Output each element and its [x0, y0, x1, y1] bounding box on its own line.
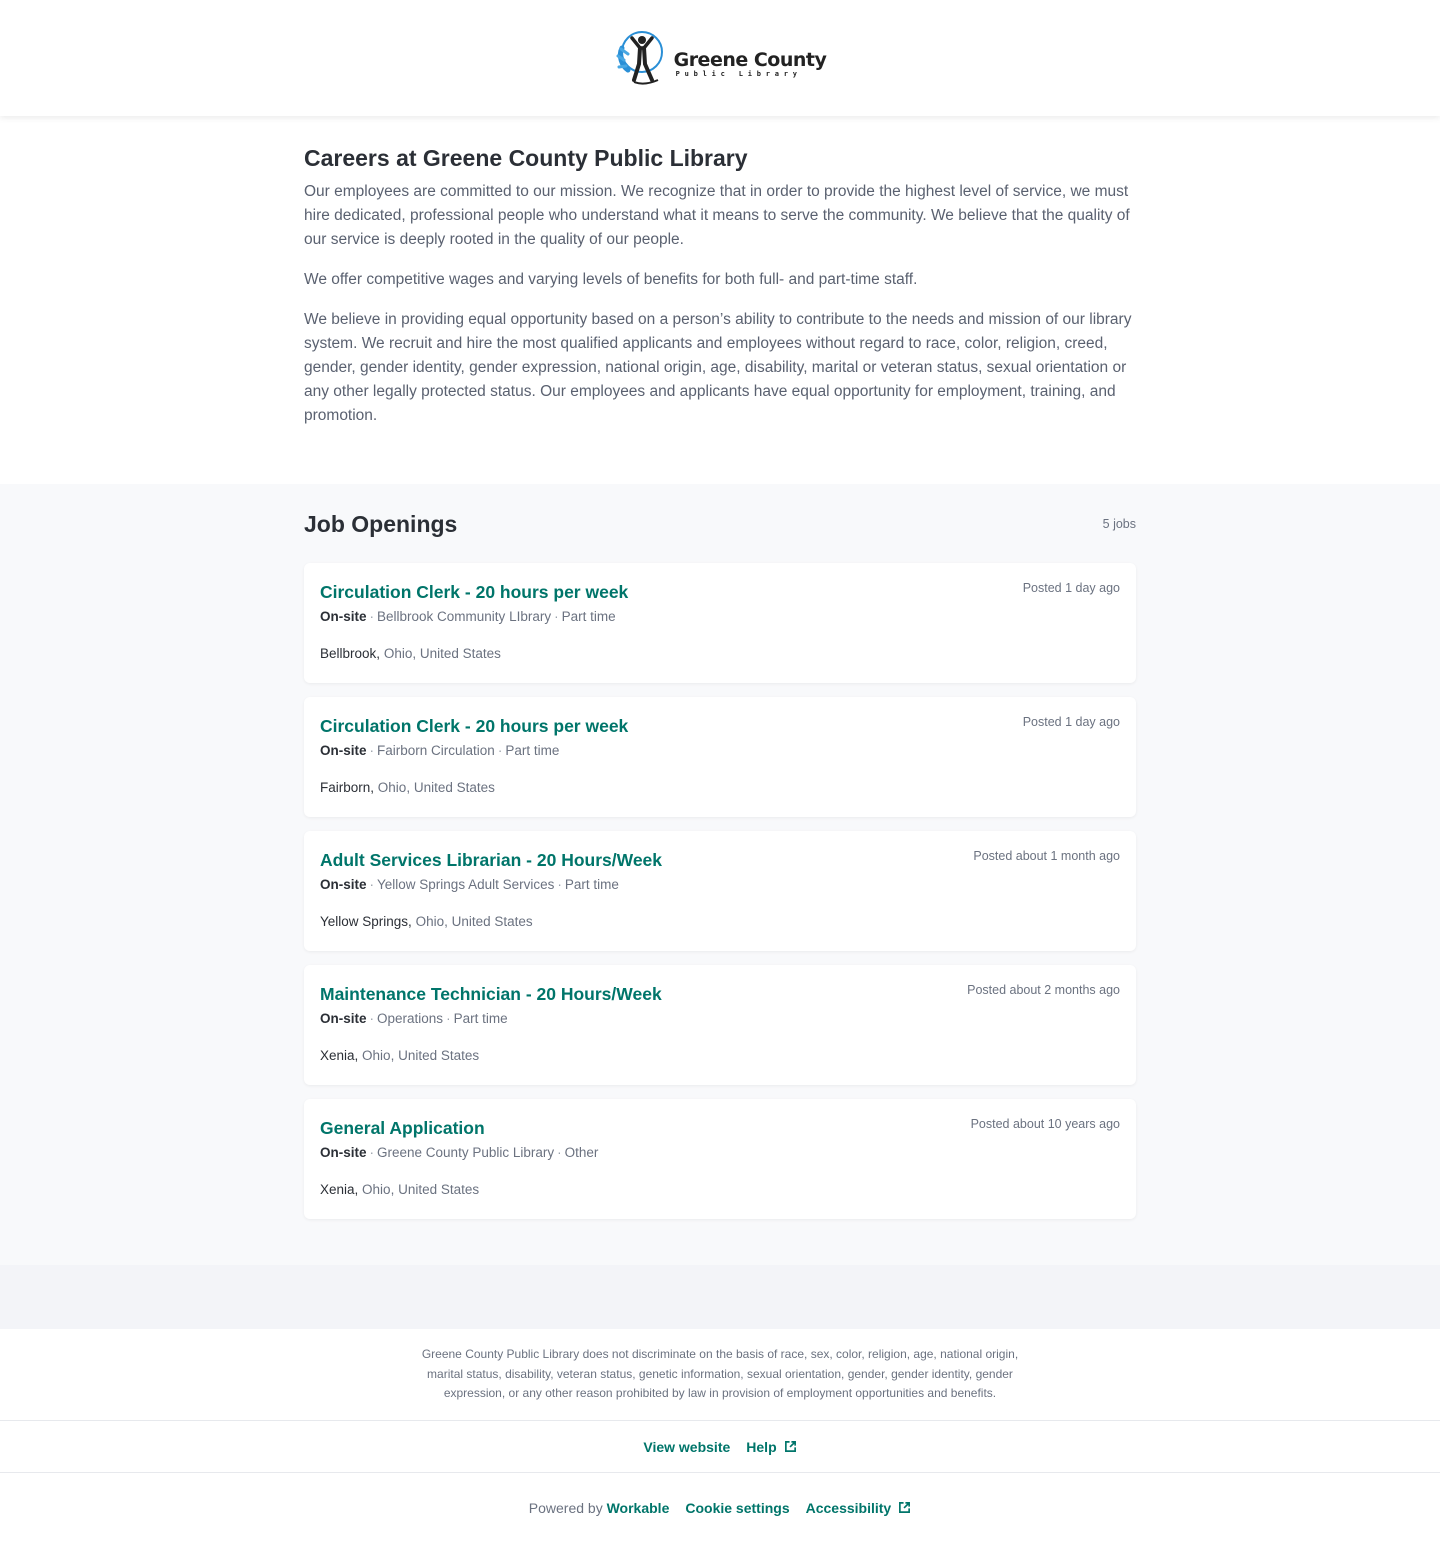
- job-location: Xenia, Ohio, United States: [320, 1180, 1120, 1200]
- cookie-settings-label: Cookie settings: [685, 1499, 790, 1516]
- job-location: Bellbrook, Ohio, United States: [320, 644, 1120, 664]
- job-region: Ohio, United States: [362, 1182, 480, 1197]
- job-openings-section: Job Openings 5 jobs Circulation Clerk - …: [0, 484, 1440, 1265]
- job-posted-date: Posted about 1 month ago: [973, 849, 1120, 863]
- job-location: Fairborn, Ohio, United States: [320, 778, 1120, 798]
- job-department: Greene County Public Library: [377, 1145, 555, 1160]
- external-link-icon: [784, 1441, 796, 1453]
- job-city: Xenia,: [320, 1182, 359, 1197]
- job-meta: On-site · Greene County Public Library · Oth…: [320, 1145, 599, 1160]
- library-logo-link[interactable]: Greene County Public Library: [614, 23, 827, 93]
- job-card[interactable]: Maintenance Technician - 20 Hours/Week P…: [304, 965, 1136, 1085]
- job-department: Operations: [377, 1011, 444, 1026]
- logo-name: Greene County: [673, 49, 827, 71]
- job-workplace: On-site: [320, 1145, 367, 1160]
- view-website-label: View website: [643, 1438, 731, 1455]
- job-openings-heading: Job Openings: [304, 510, 458, 537]
- job-type: Part time: [453, 1011, 508, 1026]
- job-type: Part time: [505, 743, 560, 758]
- logo-subtitle: Public Library: [675, 70, 802, 78]
- job-title-link[interactable]: General Application: [320, 1117, 485, 1139]
- job-posted-date: Posted about 2 months ago: [967, 983, 1120, 997]
- job-city: Bellbrook,: [320, 646, 381, 661]
- job-region: Ohio, United States: [362, 1048, 480, 1063]
- job-count: 5 jobs: [1102, 517, 1136, 531]
- job-posted-date: Posted 1 day ago: [1022, 581, 1120, 595]
- intro-paragraph-2: We offer competitive wages and varying l…: [304, 271, 918, 288]
- job-city: Xenia,: [320, 1048, 359, 1063]
- view-website-link[interactable]: View website: [643, 1439, 730, 1455]
- help-link[interactable]: Help: [746, 1439, 796, 1455]
- job-location: Yellow Springs, Ohio, United States: [320, 912, 1120, 932]
- job-department: Fairborn Circulation: [377, 743, 495, 758]
- job-type: Part time: [561, 609, 616, 624]
- job-workplace: On-site: [320, 609, 367, 624]
- library-figure-logo-icon: [616, 31, 663, 85]
- job-city: Fairborn,: [320, 780, 375, 795]
- job-type: Other: [564, 1145, 599, 1160]
- job-posted-date: Posted about 10 years ago: [970, 1117, 1120, 1131]
- job-workplace: On-site: [320, 743, 367, 758]
- job-card[interactable]: General Application Posted about 10 year…: [304, 1099, 1136, 1219]
- job-meta: On-site · Operations · Part time: [320, 1011, 508, 1026]
- site-footer: Greene County Public Library does not di…: [0, 1329, 1440, 1542]
- workable-link[interactable]: Workable: [607, 1500, 670, 1516]
- accessibility-label: Accessibility: [805, 1499, 892, 1516]
- job-meta: On-site · Fairborn Circulation · Part time: [320, 743, 560, 758]
- job-title-link[interactable]: Adult Services Librarian - 20 Hours/Week: [320, 849, 662, 871]
- eeo-statement: Greene County Public Library does not di…: [421, 1347, 1019, 1401]
- job-meta: On-site · Bellbrook Community LIbrary · Part…: [320, 609, 616, 624]
- job-department: Bellbrook Community LIbrary: [377, 609, 552, 624]
- job-workplace: On-site: [320, 1011, 367, 1026]
- job-title-link[interactable]: Maintenance Technician - 20 Hours/Week: [320, 983, 662, 1005]
- job-posted-date: Posted 1 day ago: [1022, 715, 1120, 729]
- job-department: Yellow Springs Adult Services: [377, 877, 555, 892]
- job-title-link[interactable]: Circulation Clerk - 20 hours per week: [320, 715, 628, 737]
- careers-intro: Careers at Greene County Public Library …: [304, 116, 1136, 484]
- powered-by: Powered by Workable: [529, 1500, 670, 1516]
- job-type: Part time: [564, 877, 619, 892]
- page-title: Careers at Greene County Public Library: [304, 145, 748, 171]
- site-header: Greene County Public Library: [0, 0, 1440, 116]
- job-card[interactable]: Circulation Clerk - 20 hours per week Po…: [304, 697, 1136, 817]
- external-link-icon: [899, 1502, 911, 1514]
- intro-paragraph-3: We believe in providing equal opportunit…: [304, 311, 1132, 424]
- job-openings-header: Job Openings 5 jobs: [304, 508, 1136, 540]
- job-city: Yellow Springs,: [320, 914, 412, 929]
- job-region: Ohio, United States: [415, 914, 533, 929]
- footer-links: View website Help: [0, 1420, 1440, 1474]
- cookie-settings-link[interactable]: Cookie settings: [685, 1500, 789, 1516]
- job-card[interactable]: Circulation Clerk - 20 hours per week Po…: [304, 563, 1136, 683]
- job-meta: On-site · Yellow Springs Adult Services · Pa…: [320, 877, 619, 892]
- job-region: Ohio, United States: [383, 646, 501, 661]
- intro-paragraph-1: Our employees are committed to our missi…: [304, 183, 1130, 248]
- accessibility-link[interactable]: Accessibility: [806, 1500, 912, 1516]
- job-workplace: On-site: [320, 877, 367, 892]
- footer-spacer-band: [0, 1265, 1440, 1329]
- job-location: Xenia, Ohio, United States: [320, 1046, 1120, 1066]
- powered-by-prefix: Powered by: [528, 1499, 603, 1516]
- help-label: Help: [746, 1438, 777, 1455]
- job-region: Ohio, United States: [377, 780, 495, 795]
- job-card[interactable]: Adult Services Librarian - 20 Hours/Week…: [304, 831, 1136, 951]
- job-title-link[interactable]: Circulation Clerk - 20 hours per week: [320, 581, 628, 603]
